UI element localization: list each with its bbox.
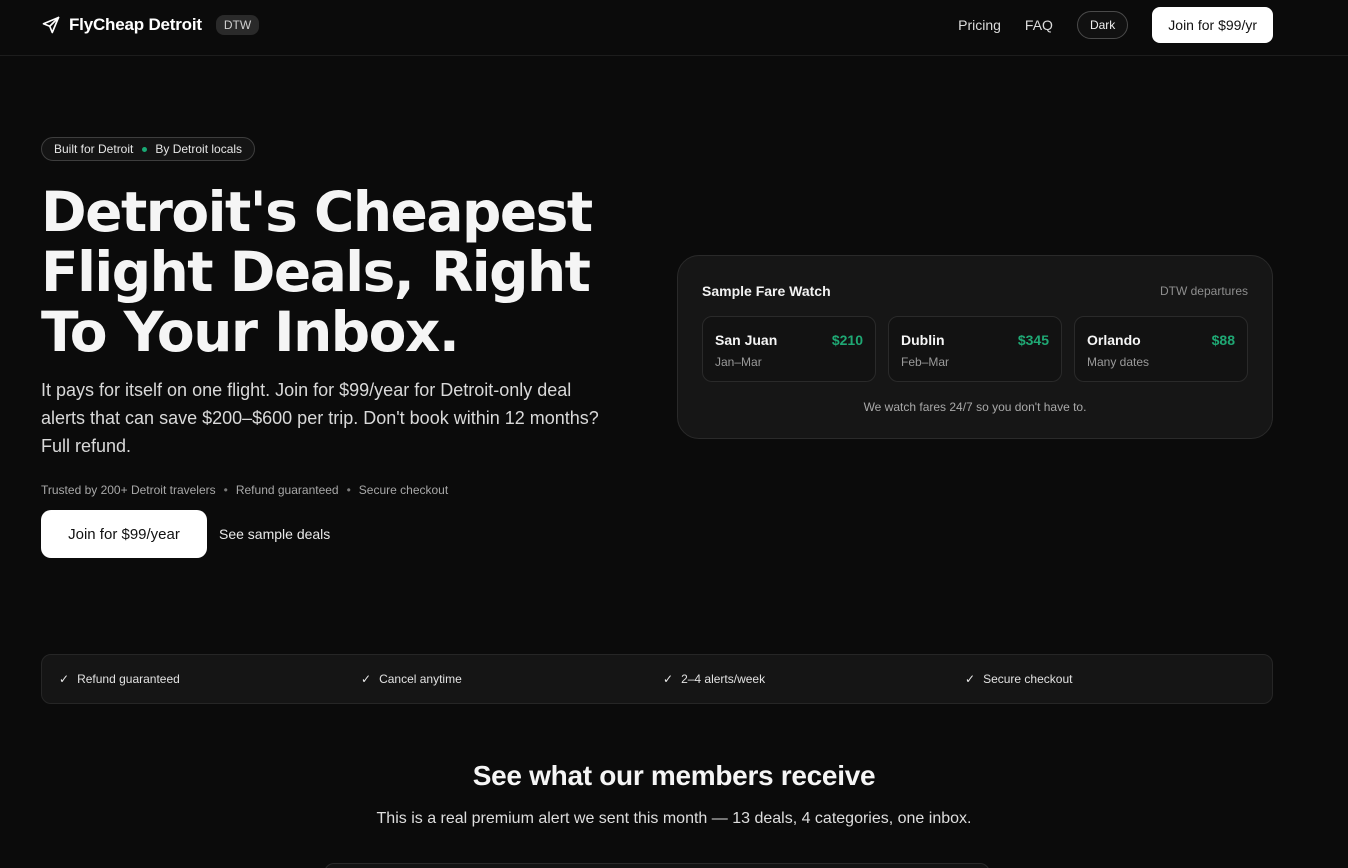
deal-price: $88 [1211,332,1235,348]
feature-label: Secure checkout [983,672,1073,686]
deal-dates: Feb–Mar [901,355,950,369]
trust-item: Refund guaranteed [235,483,339,497]
join-button[interactable]: Join for $99/year [41,510,207,558]
check-icon: ✓ [361,672,372,686]
deal-city: Orlando [1087,332,1141,348]
bullet-separator: • [346,483,351,497]
headline-line: To Your Inbox. [41,300,460,364]
deal-card-san-juan[interactable]: San Juan $210 Jan–Mar [702,316,876,382]
fare-watch-note: We watch fares 24/7 so you don't have to… [863,400,1087,414]
trust-item: Trusted by 200+ Detroit travelers [41,483,216,497]
sample-alert-card [324,863,990,868]
check-icon: ✓ [965,672,976,686]
trust-item: Secure checkout [358,483,449,497]
hero-pill: Built for Detroit By Detroit locals [41,137,256,161]
bullet-separator: • [223,483,228,497]
hero-cta-group: Join for $99/year See sample deals [41,510,330,558]
green-dot-icon [142,146,148,152]
headline-line: Flight Deals, Right [41,240,591,304]
airport-code-badge: DTW [215,15,260,35]
feature-label: Cancel anytime [379,672,462,686]
deal-card-dublin[interactable]: Dublin $345 Feb–Mar [888,316,1062,382]
deal-city: San Juan [715,332,778,348]
fare-watch-card: Sample Fare Watch DTW departures San Jua… [677,255,1273,439]
features-strip: ✓ Refund guaranteed ✓ Cancel anytime ✓ 2… [41,654,1273,704]
fare-watch-tag: DTW departures [1159,284,1248,298]
nav-link-faq[interactable]: FAQ [1025,17,1053,33]
deal-dates: Many dates [1087,355,1150,369]
subtext-line: It pays for itself on one flight. Join f… [41,380,572,400]
paper-plane-icon [42,16,60,34]
deal-card-orlando[interactable]: Orlando $88 Many dates [1074,316,1248,382]
brand-name: FlyCheap Detroit [69,15,202,34]
check-icon: ✓ [59,672,70,686]
pill-left-text: Built for Detroit [54,142,134,156]
feature-label: Refund guaranteed [77,672,180,686]
check-icon: ✓ [663,672,674,686]
feature-item: ✓ Secure checkout [965,672,1072,686]
trust-line: Trusted by 200+ Detroit travelers • Refu… [41,483,448,497]
section-subtitle: This is a real premium alert we sent thi… [376,810,972,827]
hero-headline: Detroit's Cheapest Flight Deals, Right T… [41,182,641,362]
headline-line: Detroit's Cheapest [41,180,593,244]
subtext-line: alerts that can save $200–$600 per trip.… [41,408,599,428]
deal-dates: Jan–Mar [715,355,762,369]
feature-item: ✓ Cancel anytime [361,672,462,686]
deal-price: $345 [1017,332,1049,348]
feature-item: ✓ 2–4 alerts/week [663,672,765,686]
deal-price: $210 [831,332,863,348]
subtext-line: Full refund. [41,436,132,456]
pill-right-text: By Detroit locals [155,142,243,156]
feature-label: 2–4 alerts/week [681,672,766,686]
hero-subtext: It pays for itself on one flight. Join f… [41,376,621,460]
deal-grid: San Juan $210 Jan–Mar Dublin $345 Feb–Ma… [702,316,1248,382]
brand-logo[interactable]: FlyCheap Detroit DTW [41,14,260,36]
section-title: See what our members receive [472,760,876,791]
fare-watch-title: Sample Fare Watch [702,283,831,299]
deal-city: Dublin [901,332,945,348]
nav-links: Pricing FAQ Dark Join for $99/yr [958,7,1273,43]
see-sample-deals-link[interactable]: See sample deals [219,526,330,542]
feature-item: ✓ Refund guaranteed [59,672,180,686]
nav-join-button[interactable]: Join for $99/yr [1152,7,1273,43]
theme-toggle[interactable]: Dark [1076,11,1129,39]
nav-link-pricing[interactable]: Pricing [958,17,1001,33]
top-nav: FlyCheap Detroit DTW Pricing FAQ Dark Jo… [0,0,1348,56]
